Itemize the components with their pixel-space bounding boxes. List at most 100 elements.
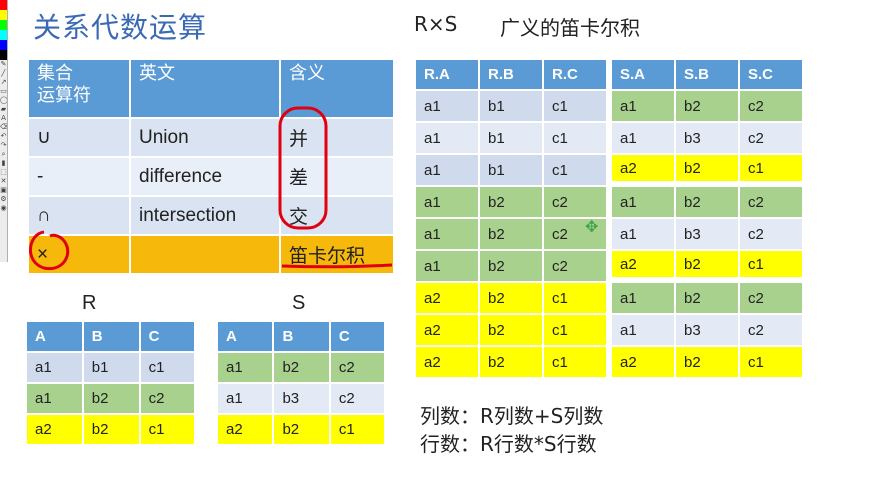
cell: c2 bbox=[740, 187, 804, 219]
green-swatch[interactable] bbox=[0, 20, 7, 30]
row-count-formula: 行数：R行数*S行数 bbox=[420, 432, 597, 456]
cell: c1 bbox=[140, 353, 196, 384]
column-header: B bbox=[83, 322, 141, 353]
yellow-swatch[interactable] bbox=[0, 10, 7, 20]
table-row: a2 b2 c1 bbox=[612, 347, 804, 379]
table-row: a1 b1 c1 bbox=[416, 123, 608, 155]
table-row: a1 b3 c2 bbox=[612, 315, 804, 347]
cell: a2 bbox=[612, 251, 676, 283]
table-row: a2 b2 c1 bbox=[612, 155, 804, 187]
op-meaning: 交 bbox=[281, 197, 395, 236]
zoom-tool-icon[interactable]: ⌕ bbox=[0, 150, 7, 159]
cell: a1 bbox=[612, 123, 676, 155]
black-swatch[interactable] bbox=[0, 50, 7, 60]
cell: b2 bbox=[480, 187, 544, 219]
cell: b2 bbox=[480, 347, 544, 379]
table-row: a2 b2 c1 bbox=[416, 283, 608, 315]
cell: a1 bbox=[416, 123, 480, 155]
cell: a1 bbox=[612, 187, 676, 219]
table-row: a1 b2 c2 bbox=[416, 219, 608, 251]
op-symbol: ∩ bbox=[29, 197, 131, 236]
header-operator: 集合 运算符 bbox=[29, 60, 131, 119]
slide-title: 关系代数运算 bbox=[33, 11, 208, 44]
column-header: R.B bbox=[480, 60, 544, 91]
header-english: 英文 bbox=[131, 60, 281, 119]
column-header: B bbox=[274, 322, 331, 353]
fill-tool-icon[interactable]: ▰ bbox=[0, 105, 7, 114]
cell: b2 bbox=[274, 353, 331, 384]
cell: b2 bbox=[274, 415, 331, 446]
cell: a2 bbox=[612, 155, 676, 187]
column-header: S.C bbox=[740, 60, 804, 91]
header-meaning: 含义 bbox=[281, 60, 395, 119]
red-swatch[interactable] bbox=[0, 0, 7, 10]
cell: a1 bbox=[27, 384, 84, 415]
table-row: a1 b3 c2 bbox=[612, 123, 804, 155]
erase-tool-icon[interactable]: ⌫ bbox=[0, 123, 7, 132]
ellipse-tool-icon[interactable]: ◯ bbox=[0, 96, 7, 105]
column-count-formula: 列数：R列数+S列数 bbox=[420, 404, 604, 428]
column-header: R.C bbox=[544, 60, 608, 91]
cell: a1 bbox=[612, 219, 676, 251]
pen-tool-icon[interactable]: ✎ bbox=[0, 60, 7, 69]
undo-tool-icon[interactable]: ↶ bbox=[0, 132, 7, 141]
cell: b2 bbox=[676, 187, 740, 219]
select-tool-icon[interactable]: ⬚ bbox=[0, 168, 7, 177]
s-table: A B C a1 b2 c2 a1 b3 c2 a2 b2 c1 bbox=[218, 322, 386, 446]
op-meaning: 并 bbox=[281, 119, 395, 158]
cell: c2 bbox=[330, 384, 386, 415]
line-tool-icon[interactable]: ╱ bbox=[0, 69, 7, 78]
cell: c2 bbox=[330, 353, 386, 384]
cell: a2 bbox=[416, 347, 480, 379]
table-row: a2 b2 c1 bbox=[416, 347, 608, 379]
cyan-swatch[interactable] bbox=[0, 30, 7, 40]
column-header: R.A bbox=[416, 60, 480, 91]
cell: a1 bbox=[218, 353, 275, 384]
exit-tool-icon[interactable]: ◉ bbox=[0, 204, 7, 213]
rect-tool-icon[interactable]: ▭ bbox=[0, 87, 7, 96]
settings-tool-icon[interactable]: ⚙ bbox=[0, 195, 7, 204]
column-header: C bbox=[140, 322, 196, 353]
cell: b2 bbox=[676, 251, 740, 283]
blue-swatch[interactable] bbox=[0, 40, 7, 50]
cell: a2 bbox=[218, 415, 275, 446]
op-symbol: × bbox=[29, 236, 131, 275]
cell: a1 bbox=[416, 91, 480, 123]
product-table-right: S.A S.B S.C a1 b2 c2 a1 b3 c2 a2 b2 c1 a1 b2 c2 a1 b3… bbox=[612, 60, 804, 379]
op-symbol: ∪ bbox=[29, 119, 131, 158]
s-table-label: S bbox=[292, 292, 306, 314]
drawing-toolbar: ✎ ╱ ↗ ▭ ◯ ▰ A ⌫ ↶ ↷ ⌕ ▮ ⬚ ✕ ▣ ⚙ ◉ bbox=[0, 0, 8, 262]
column-header: A bbox=[218, 322, 275, 353]
cell: b3 bbox=[676, 123, 740, 155]
cell: c2 bbox=[740, 123, 804, 155]
cell: c1 bbox=[140, 415, 196, 446]
highlight-tool-icon[interactable]: ▮ bbox=[0, 159, 7, 168]
product-caption: 广义的笛卡尔积 bbox=[500, 16, 640, 40]
r-table-label: R bbox=[82, 292, 97, 314]
table-row: a1 b2 c2 bbox=[416, 251, 608, 283]
op-english: intersection bbox=[131, 197, 281, 236]
redo-tool-icon[interactable]: ↷ bbox=[0, 141, 7, 150]
column-header: S.B bbox=[676, 60, 740, 91]
cell: b3 bbox=[676, 315, 740, 347]
cell: a2 bbox=[27, 415, 84, 446]
table-row: ∩ intersection 交 bbox=[29, 197, 395, 236]
table-row: a2 b2 c1 bbox=[612, 251, 804, 283]
cell: c1 bbox=[330, 415, 386, 446]
arrow-tool-icon[interactable]: ↗ bbox=[0, 78, 7, 87]
cell: c1 bbox=[544, 315, 608, 347]
table-row: ∪ Union 并 bbox=[29, 119, 395, 158]
table-row: a1 b1 c1 bbox=[27, 353, 196, 384]
cell: c2 bbox=[140, 384, 196, 415]
cell: b3 bbox=[274, 384, 331, 415]
cell: a1 bbox=[612, 283, 676, 315]
cell: a2 bbox=[416, 315, 480, 347]
save-tool-icon[interactable]: ▣ bbox=[0, 186, 7, 195]
table-row: a1 b2 c2 bbox=[218, 353, 386, 384]
cell: a2 bbox=[416, 283, 480, 315]
text-tool-icon[interactable]: A bbox=[0, 114, 7, 123]
clear-tool-icon[interactable]: ✕ bbox=[0, 177, 7, 186]
op-meaning: 差 bbox=[281, 158, 395, 197]
cell: c2 bbox=[740, 219, 804, 251]
cell: b2 bbox=[676, 347, 740, 379]
